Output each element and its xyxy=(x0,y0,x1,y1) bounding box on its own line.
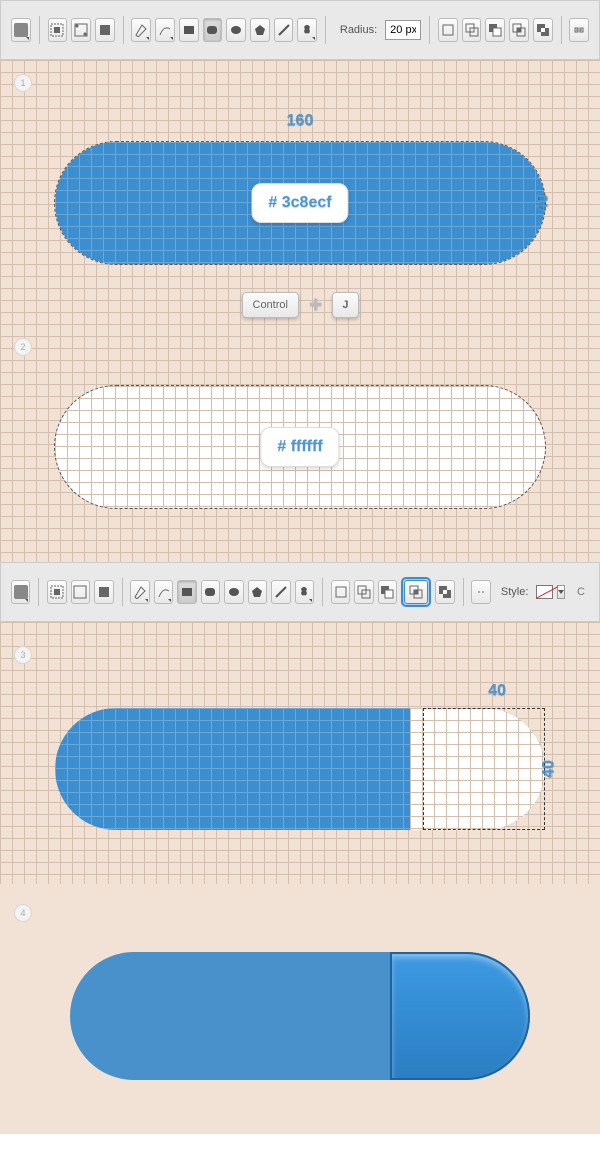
pathop-add-icon[interactable] xyxy=(462,18,482,42)
capsule-with-cut xyxy=(55,708,545,830)
freeform-pen-icon[interactable] xyxy=(154,580,173,604)
pathop-exclude-icon[interactable] xyxy=(533,18,553,42)
ellipse-shape-icon[interactable] xyxy=(226,18,246,42)
pathop-intersect-icon[interactable] xyxy=(509,18,529,42)
radius-label: Radius: xyxy=(340,24,377,36)
radius-input[interactable] xyxy=(385,20,421,40)
paths-mode-icon[interactable] xyxy=(71,18,91,42)
options-toolbar-1: Radius: xyxy=(0,0,600,60)
truncated-label: C xyxy=(577,586,585,598)
link-icon[interactable] xyxy=(569,18,589,42)
step-badge: 2 xyxy=(14,338,32,356)
rounded-rectangle-shape-icon[interactable] xyxy=(201,580,220,604)
line-shape-icon[interactable] xyxy=(271,580,290,604)
tutorial-panel-2: 3 40 40 xyxy=(0,622,600,884)
selection-square xyxy=(423,708,545,830)
shape-layers-mode-icon[interactable] xyxy=(48,18,68,42)
pen-tool-icon[interactable] xyxy=(130,580,149,604)
fill-pixels-mode-icon[interactable] xyxy=(94,580,113,604)
color-hex-label: # 3c8ecf xyxy=(251,183,348,223)
white-capsule-shape: # ffffff xyxy=(55,386,545,508)
fill-pixels-mode-icon[interactable] xyxy=(95,18,115,42)
pathop-add-icon[interactable] xyxy=(354,580,373,604)
pathop-subtract-icon[interactable] xyxy=(378,580,397,604)
custom-shape-icon[interactable] xyxy=(297,18,317,42)
step-badge: 3 xyxy=(14,646,32,664)
pathop-new-icon[interactable] xyxy=(438,18,458,42)
paths-mode-icon[interactable] xyxy=(71,580,90,604)
plus-icon: ✚ xyxy=(309,295,322,315)
polygon-shape-icon[interactable] xyxy=(248,580,267,604)
foreground-color-swatch[interactable] xyxy=(11,580,30,604)
tutorial-panel-3: 4 xyxy=(0,884,600,1134)
link-icon[interactable] xyxy=(471,580,490,604)
pathop-subtract-icon[interactable] xyxy=(485,18,505,42)
keyboard-shortcut-row: Control ✚ J xyxy=(14,292,586,318)
final-knob xyxy=(390,952,530,1080)
width-dimension: 40 xyxy=(488,682,506,700)
pen-tool-icon[interactable] xyxy=(131,18,151,42)
shape-layers-mode-icon[interactable] xyxy=(47,580,66,604)
line-shape-icon[interactable] xyxy=(274,18,294,42)
tutorial-panel-1: 1 160 # 3c8ecf 40 Control ✚ J 2 # ffffff xyxy=(0,60,600,562)
color-hex-label: # ffffff xyxy=(260,427,339,467)
height-dimension: 40 xyxy=(540,760,558,778)
width-dimension: 160 xyxy=(287,112,314,130)
style-label: Style: xyxy=(501,586,529,598)
custom-shape-icon[interactable] xyxy=(295,580,314,604)
blue-capsule-shape: # 3c8ecf xyxy=(55,142,545,264)
step-badge: 1 xyxy=(14,74,32,92)
step-badge: 4 xyxy=(14,904,32,922)
final-capsule xyxy=(70,952,530,1080)
ellipse-shape-icon[interactable] xyxy=(224,580,243,604)
polygon-shape-icon[interactable] xyxy=(250,18,270,42)
key-control: Control xyxy=(242,292,299,318)
foreground-color-swatch[interactable] xyxy=(11,18,31,42)
pathop-exclude-icon[interactable] xyxy=(435,580,454,604)
pathop-new-icon[interactable] xyxy=(331,580,350,604)
rounded-rectangle-shape-icon[interactable] xyxy=(203,18,223,42)
highlighted-pathop xyxy=(401,577,431,607)
style-none-swatch[interactable] xyxy=(536,585,552,599)
rectangle-shape-icon[interactable] xyxy=(179,18,199,42)
freeform-pen-icon[interactable] xyxy=(155,18,175,42)
pathop-intersect-icon[interactable] xyxy=(404,580,428,604)
options-toolbar-2: Style: C xyxy=(0,562,600,622)
height-dimension: 40 xyxy=(534,194,552,212)
key-j: J xyxy=(332,292,358,318)
rectangle-shape-icon[interactable] xyxy=(177,580,196,604)
